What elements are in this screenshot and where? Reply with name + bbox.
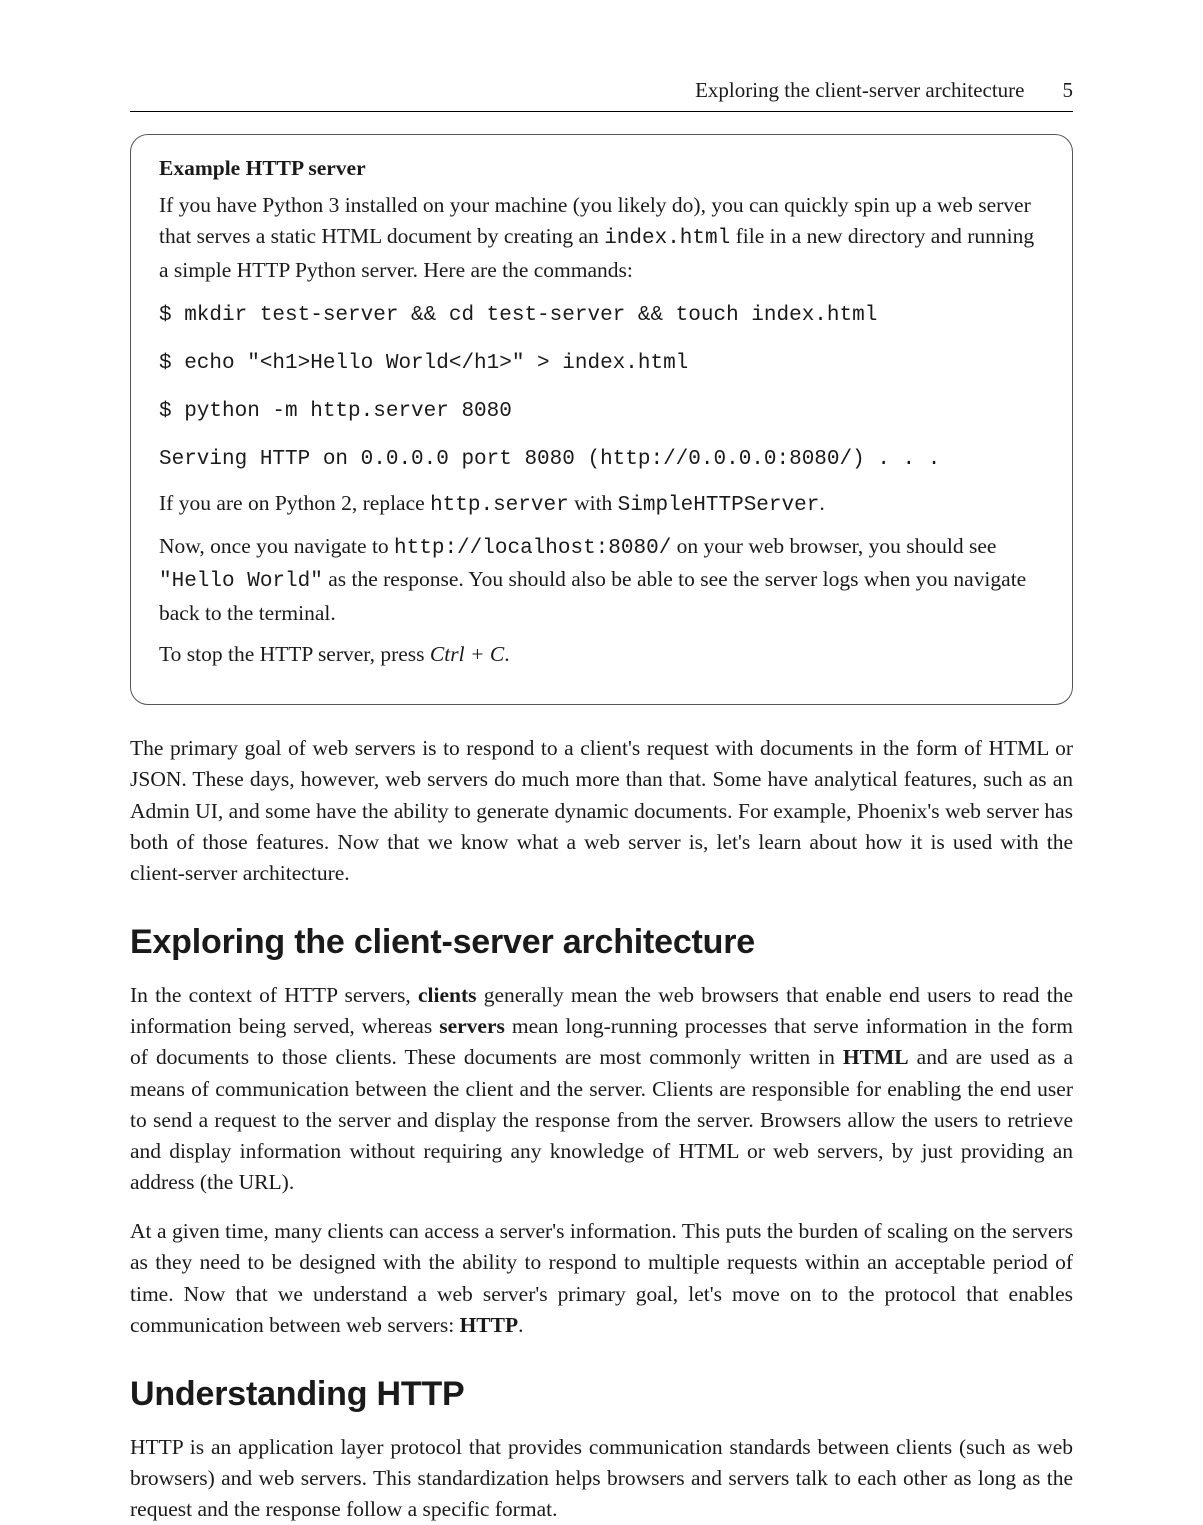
inline-code-hello-world: "Hello World" xyxy=(159,570,323,593)
keycombo-ctrl-c: Ctrl + C xyxy=(430,642,504,666)
paragraph-primary-goal: The primary goal of web servers is to re… xyxy=(130,733,1073,889)
running-head-title: Exploring the client-server architecture xyxy=(695,78,1024,103)
callout-title: Example HTTP server xyxy=(159,153,1044,184)
inline-code-http-server: http.server xyxy=(430,494,569,517)
nav-a: Now, once you navigate to xyxy=(159,534,394,558)
section1-paragraph-1: In the context of HTTP servers, clients … xyxy=(130,980,1073,1198)
running-head: Exploring the client-server architecture… xyxy=(130,78,1073,112)
nav-b: on your web browser, you should see xyxy=(671,534,996,558)
code-line-2: $ echo "<h1>Hello World</h1>" > index.ht… xyxy=(159,344,1044,384)
section-heading-understanding-http: Understanding HTTP xyxy=(130,1375,1073,1414)
term-servers: servers xyxy=(439,1014,505,1038)
stop-a: To stop the HTTP server, press xyxy=(159,642,430,666)
s1p1-a: In the context of HTTP servers, xyxy=(130,983,418,1007)
py2-c: . xyxy=(819,491,824,515)
code-line-4: Serving HTTP on 0.0.0.0 port 8080 (http:… xyxy=(159,440,1044,480)
page-container: Exploring the client-server architecture… xyxy=(0,0,1203,1500)
term-clients: clients xyxy=(418,983,477,1007)
callout-intro: If you have Python 3 installed on your m… xyxy=(159,190,1044,286)
term-http: HTTP xyxy=(460,1313,519,1337)
code-line-1: $ mkdir test-server && cd test-server &&… xyxy=(159,296,1044,336)
stop-b: . xyxy=(504,642,509,666)
code-line-3: $ python -m http.server 8080 xyxy=(159,392,1044,432)
callout-stop-note: To stop the HTTP server, press Ctrl + C. xyxy=(159,639,1044,670)
inline-code-localhost: http://localhost:8080/ xyxy=(394,537,671,560)
section1-paragraph-2: At a given time, many clients can access… xyxy=(130,1216,1073,1341)
term-html: HTML xyxy=(843,1045,909,1069)
callout-box: Example HTTP server If you have Python 3… xyxy=(130,134,1073,705)
callout-navigate-note: Now, once you navigate to http://localho… xyxy=(159,531,1044,629)
s1p2-c: . xyxy=(518,1313,523,1337)
section2-paragraph-1: HTTP is an application layer protocol th… xyxy=(130,1432,1073,1525)
section-heading-client-server: Exploring the client-server architecture xyxy=(130,923,1073,962)
inline-code-simplehttpserver: SimpleHTTPServer xyxy=(618,494,820,517)
callout-python2-note: If you are on Python 2, replace http.ser… xyxy=(159,488,1044,521)
py2-b: with xyxy=(569,491,618,515)
inline-code-index-html: index.html xyxy=(604,227,730,250)
py2-a: If you are on Python 2, replace xyxy=(159,491,430,515)
page-number: 5 xyxy=(1063,78,1074,103)
s1p2-a: At a given time, many clients can access… xyxy=(130,1219,1073,1337)
